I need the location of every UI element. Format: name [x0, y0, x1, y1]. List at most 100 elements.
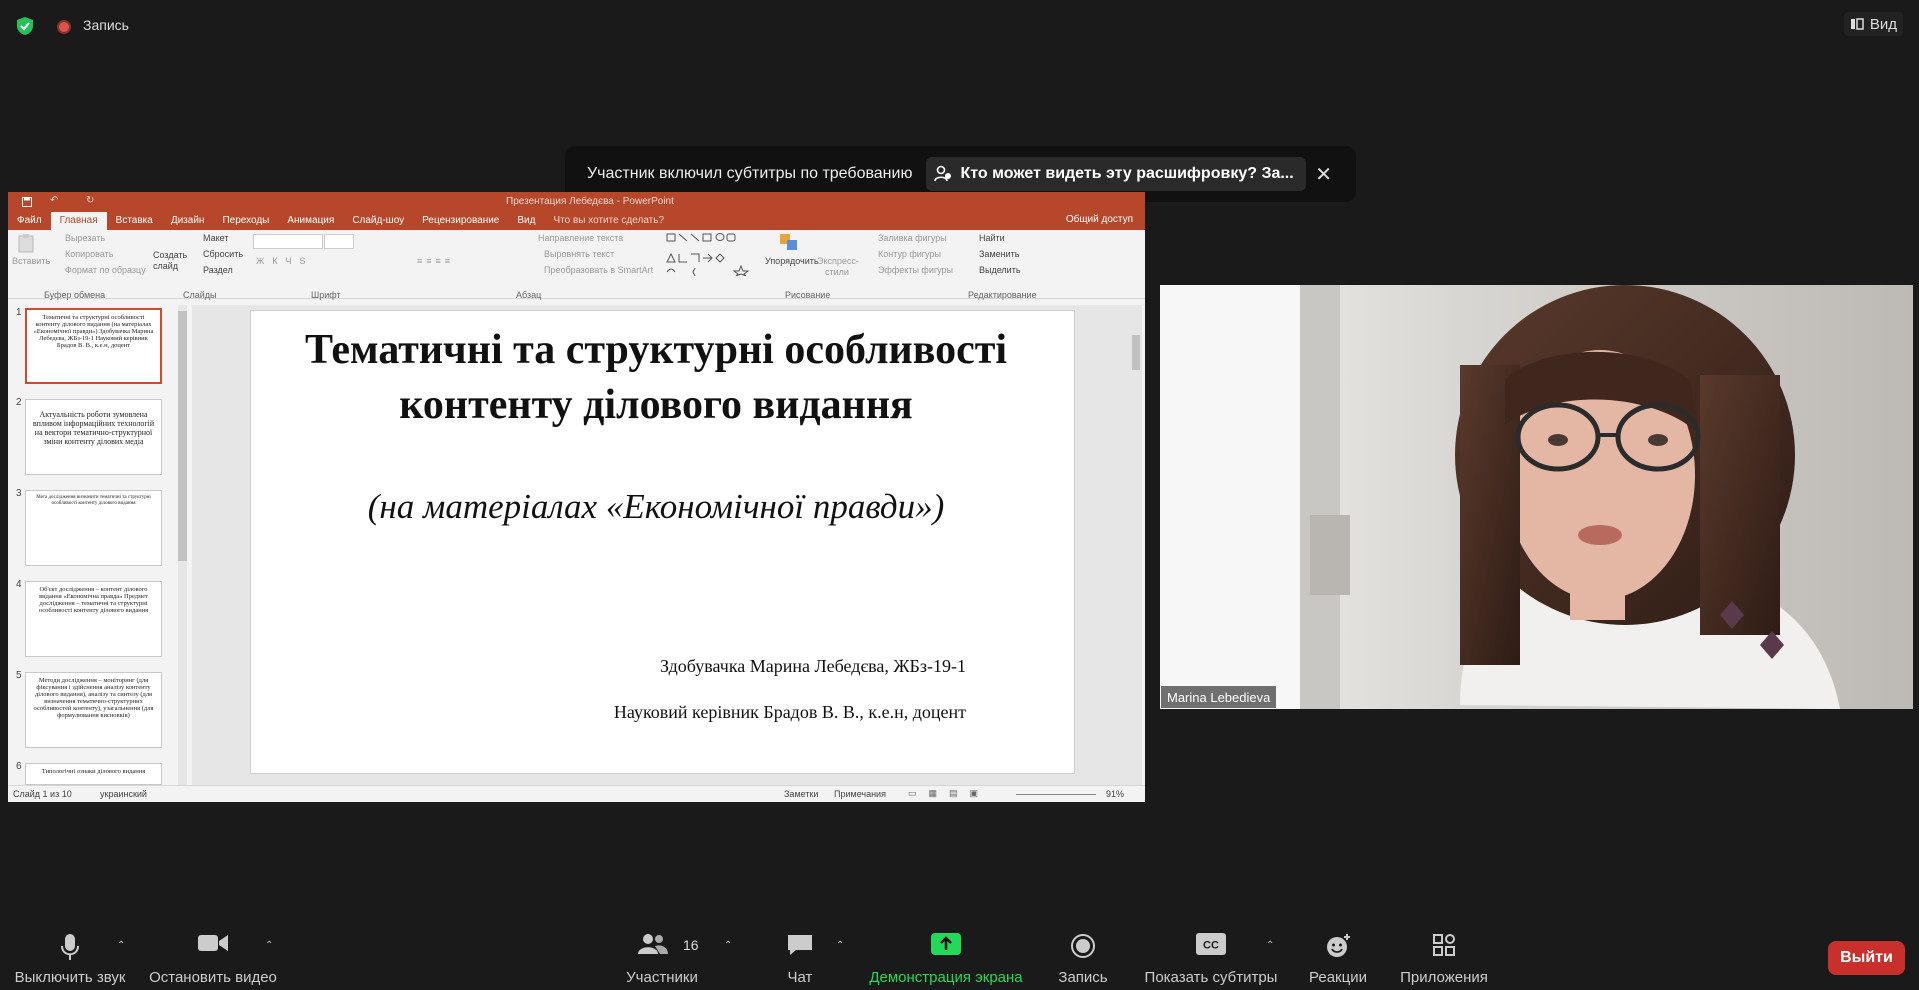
participants-icon [638, 934, 669, 954]
paste-icon[interactable] [18, 233, 36, 253]
reactions-button[interactable]: Реакции [1302, 918, 1374, 990]
view-button[interactable]: Вид [1843, 12, 1903, 36]
slide-thumbnail[interactable]: Тематичні та структурні особливості конт… [25, 308, 162, 384]
redo-icon[interactable]: ↻ [86, 195, 94, 206]
tab-slideshow[interactable]: Слайд-шоу [343, 212, 413, 230]
close-icon[interactable]: ✕ [1315, 162, 1332, 187]
font-format-buttons[interactable]: ЖКЧS [256, 256, 314, 266]
leave-meeting-button[interactable]: Выйти [1828, 941, 1905, 975]
section-button[interactable]: Раздел [203, 265, 233, 275]
cut-button[interactable]: Вырезать [65, 233, 105, 243]
shape-effects-button[interactable]: Эффекты фигуры [878, 265, 953, 275]
slide-thumbnail[interactable]: Об'єкт дослідження – контент ділового ви… [25, 581, 162, 657]
layout-button[interactable]: Макет [203, 233, 228, 243]
chat-icon [788, 935, 812, 955]
save-icon[interactable] [22, 197, 32, 207]
find-button[interactable]: Найти [979, 233, 1005, 243]
comments-button[interactable]: Примечания [834, 789, 886, 799]
undo-icon[interactable]: ↶ [50, 195, 58, 206]
text-direction-button[interactable]: Направление текста [538, 233, 623, 243]
participant-video-feed [1160, 285, 1913, 709]
tab-insert[interactable]: Вставка [107, 212, 162, 230]
group-slides: Слайды [183, 290, 217, 300]
thumb-number: 2 [16, 397, 22, 408]
tab-transitions[interactable]: Переходы [213, 212, 278, 230]
arrange-button[interactable]: Упорядочить [765, 256, 819, 266]
align-text-button[interactable]: Выровнять текст [544, 249, 614, 259]
format-painter-button[interactable]: Формат по образцу [65, 265, 146, 275]
slide-title[interactable]: Тематичні та структурні особливості конт… [301, 323, 1011, 433]
select-button[interactable]: Выделить [979, 265, 1021, 275]
shared-powerpoint-window[interactable]: ↶ ↻ Презентация Лебедєва - PowerPoint Фа… [8, 192, 1145, 802]
view-mode-icons[interactable]: ▭▦▤▣ [908, 788, 990, 799]
thumb-number: 4 [16, 579, 22, 590]
tab-file[interactable]: Файл [8, 212, 51, 230]
tab-design[interactable]: Дизайн [162, 212, 214, 230]
zoom-slider[interactable] [1016, 794, 1096, 795]
tab-home[interactable]: Главная [50, 212, 107, 230]
slide-scrollbar[interactable] [1130, 305, 1142, 785]
participants-button[interactable]: 16 Участники [618, 918, 706, 990]
slide-editor-area[interactable]: Тематичні та структурні особливості конт… [192, 305, 1142, 785]
thumbnail-text: Актуальність роботи зумовлена впливом ін… [32, 410, 155, 446]
slide-thumbnails-pane[interactable]: 1 Тематичні та структурні особливості ко… [8, 305, 188, 785]
shape-fill-button[interactable]: Заливка фигуры [878, 233, 947, 243]
font-name-box[interactable] [253, 234, 323, 249]
arrange-icon[interactable] [778, 232, 800, 252]
participants-label: Участники [626, 969, 698, 986]
share-screen-button[interactable]: Демонстрация экрана [862, 918, 1030, 990]
mute-button[interactable]: Выключить звук [0, 918, 140, 990]
tab-view[interactable]: Вид [508, 212, 544, 230]
thumbnail-scrollbar[interactable] [178, 305, 187, 785]
apps-button[interactable]: Приложения [1392, 918, 1496, 990]
audio-options-chevron-icon[interactable]: ⌃ [117, 940, 125, 951]
slide-thumbnail[interactable]: Актуальність роботи зумовлена впливом ін… [25, 399, 162, 475]
new-slide-button[interactable]: Создать слайд [153, 250, 189, 272]
video-options-chevron-icon[interactable]: ⌃ [265, 940, 273, 951]
copy-button[interactable]: Копировать [65, 249, 113, 259]
font-size-box[interactable] [324, 234, 354, 249]
thumb-number: 1 [16, 307, 22, 318]
shape-outline-button[interactable]: Контур фигуры [878, 249, 941, 259]
svg-text:CC: CC [1203, 940, 1219, 952]
tab-review[interactable]: Рецензирование [413, 212, 508, 230]
chat-options-chevron-icon[interactable]: ⌃ [836, 940, 844, 951]
record-button[interactable]: Запись [1050, 918, 1116, 990]
zoom-level[interactable]: 91% [1106, 789, 1124, 799]
quick-styles-button[interactable]: Экспресс-стили [817, 256, 859, 278]
smartart-button[interactable]: Преобразовать в SmartArt [544, 265, 653, 275]
participant-name-label: Marina Lebedieva [1161, 686, 1277, 708]
participants-options-chevron-icon[interactable]: ⌃ [724, 940, 732, 951]
show-captions-button[interactable]: CC Показать субтитры [1142, 918, 1280, 990]
slide-subtitle[interactable]: (на матеріалах «Економічної правди») [301, 487, 1011, 527]
stop-video-button[interactable]: Остановить видео [146, 918, 280, 990]
participant-video[interactable]: Marina Lebedieva [1160, 285, 1913, 709]
security-shield-icon[interactable] [16, 16, 34, 36]
reset-button[interactable]: Сбросить [203, 249, 243, 259]
language-indicator[interactable]: украинский [100, 789, 147, 799]
replace-button[interactable]: Заменить [979, 249, 1019, 259]
captions-options-chevron-icon[interactable]: ⌃ [1266, 940, 1274, 951]
shapes-gallery-icon[interactable] [665, 232, 757, 276]
ppt-share-button[interactable]: Общий доступ [1066, 214, 1133, 225]
tab-animations[interactable]: Анимация [278, 212, 343, 230]
recording-icon [57, 20, 71, 34]
slide-thumbnail[interactable]: Типологічні ознаки ділового видання [25, 763, 162, 785]
paste-button[interactable]: Вставить [12, 256, 50, 266]
slide-advisor[interactable]: Науковий керівник Брадов В. В., к.е.н, д… [614, 702, 966, 723]
slide-author[interactable]: Здобувачка Марина Лебедєва, ЖБз-19-1 [660, 656, 966, 677]
stop-video-label: Остановить видео [149, 969, 277, 986]
recording-label: Запись [83, 17, 129, 33]
slide-thumbnail[interactable]: Методи дослідження – моніторинг (для фік… [25, 672, 162, 748]
notes-button[interactable]: Заметки [784, 789, 818, 799]
slide-thumbnail[interactable]: Мета дослідження визначити тематичні та … [25, 490, 162, 566]
scrollbar-handle[interactable] [178, 311, 187, 561]
current-slide[interactable]: Тематичні та структурні особливості конт… [250, 310, 1075, 774]
transcript-visibility-link[interactable]: Кто может видеть эту расшифровку? За... [926, 157, 1306, 191]
paragraph-align-buttons[interactable]: ≡≡≡≡ [417, 256, 454, 266]
tell-me-search[interactable]: Что вы хотите сделать? [544, 212, 673, 230]
scrollbar-handle[interactable] [1132, 335, 1140, 370]
chat-button[interactable]: Чат [770, 918, 830, 990]
person-info-icon [934, 165, 952, 182]
reactions-label: Реакции [1309, 969, 1367, 986]
